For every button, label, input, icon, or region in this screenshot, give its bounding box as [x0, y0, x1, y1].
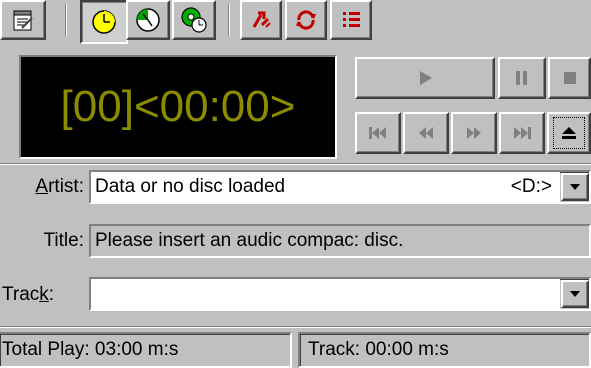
clock-elapsed-icon [92, 10, 116, 34]
pause-icon [516, 71, 527, 85]
track-time-elapsed-button[interactable] [80, 0, 128, 44]
chevron-down-icon [570, 291, 580, 297]
edit-notepad-icon [13, 10, 33, 31]
chevron-down-icon [570, 184, 580, 190]
track-select[interactable] [91, 279, 560, 309]
play-button[interactable] [355, 57, 495, 99]
random-order-icon [252, 11, 271, 28]
previous-track-button[interactable] [355, 112, 401, 154]
time-readout: [00]<00:00> [60, 82, 296, 131]
stop-icon [563, 72, 576, 84]
next-track-icon [514, 127, 531, 139]
skip-backward-icon [419, 127, 433, 139]
skip-forward-icon [467, 127, 481, 139]
artist-select[interactable]: Data or no disc loaded <D:> [91, 172, 560, 202]
track-label: Track: [2, 284, 55, 305]
status-total-play: Total Play: 03:00 m:s [0, 332, 292, 368]
intro-play-list-icon [343, 12, 360, 27]
edit-play-list-button[interactable] [0, 0, 46, 40]
title-value: Please insert an audic compac: disc. [95, 230, 404, 251]
title-field: Please insert an audic compac: disc. [91, 226, 589, 256]
disc-time-remaining-button[interactable] [172, 0, 216, 40]
stop-button[interactable] [548, 57, 591, 99]
play-icon [420, 71, 432, 85]
artist-label: Artist: [35, 176, 84, 197]
skip-backward-button[interactable] [403, 112, 449, 154]
random-order-button[interactable] [240, 0, 282, 40]
continuous-play-button[interactable] [285, 0, 327, 40]
artist-dropdown-button[interactable] [561, 173, 589, 201]
drive-letter: <D:> [510, 176, 552, 197]
disc-clock-icon [181, 7, 207, 33]
eject-icon [562, 127, 576, 139]
track-time-remaining-button[interactable] [126, 0, 170, 40]
time-display: [00]<00:00> [21, 57, 337, 159]
title-label: Title: [43, 230, 84, 251]
continuous-play-icon [296, 10, 316, 30]
artist-value: Data or no disc loaded [95, 176, 286, 197]
track-dropdown-button[interactable] [561, 280, 589, 308]
intro-play-button[interactable] [330, 0, 372, 40]
previous-track-icon [369, 127, 386, 139]
clock-remaining-icon [136, 8, 160, 32]
skip-forward-button[interactable] [451, 112, 497, 154]
next-track-button[interactable] [499, 112, 545, 154]
status-track-time: Track: 00:00 m:s [298, 332, 591, 368]
pause-button[interactable] [498, 57, 546, 99]
eject-button[interactable] [547, 112, 591, 154]
